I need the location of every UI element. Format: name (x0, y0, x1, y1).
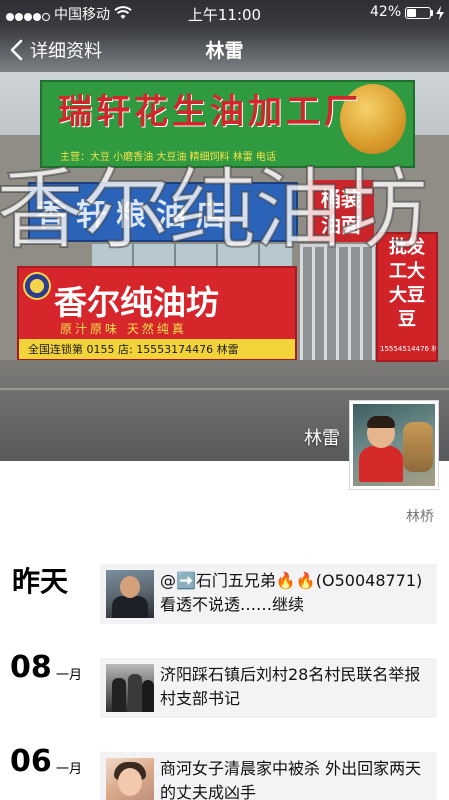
shop-contact-text: 全国连锁第 0155 店: 15553174476 林雷 (28, 343, 239, 356)
shop-banner-slogan: 原汁原味 天然纯真 (60, 322, 187, 336)
timeline-post[interactable]: 商河女子清晨家中被杀 外出回家两天的丈夫成凶手 (100, 752, 437, 800)
shop-logo-icon (23, 272, 51, 300)
battery-nub (431, 10, 433, 16)
avatar[interactable] (349, 400, 439, 490)
avatar-hair (367, 416, 395, 428)
battery-icon (405, 7, 431, 19)
thumb-person (112, 678, 126, 712)
side-banner-phone: 15554514476 林雷 (380, 345, 436, 353)
post-text: @➡️石门五兄弟🔥🔥(O50048771)看透不说透……继续 (160, 571, 423, 614)
battery-percent: 42% (370, 4, 402, 20)
woman-portrait-photo (106, 758, 154, 800)
shop-banner-name: 香尔纯油坊 (54, 283, 219, 322)
avatar-background-figure (403, 422, 433, 472)
moments-timeline: 昨天 @➡️石门五兄弟🔥🔥(O50048771)看透不说透……继续 08 一月 … (0, 550, 449, 800)
thumb-person (128, 674, 142, 712)
date-day: 06 (10, 744, 52, 779)
page-title: 林雷 (205, 40, 244, 62)
date-label: 昨天 (12, 565, 69, 598)
timeline-post[interactable]: 济阳踩石镇后刘村28名村民联名举报村支部书记 (100, 658, 437, 718)
crowd-photo (106, 664, 154, 712)
thumb-figure-face (120, 576, 140, 598)
thumb-figure-body (112, 596, 148, 618)
nav-bar: 详细资料 林雷 (0, 28, 449, 72)
timeline-row: 昨天 @➡️石门五兄弟🔥🔥(O50048771)看透不说透……继续 (0, 550, 449, 630)
profile-signature: 林桥 (406, 509, 434, 525)
post-text: 济阳踩石镇后刘村28名村民联名举报村支部书记 (160, 665, 421, 708)
date-month: 一月 (56, 762, 83, 777)
green-sign-title: 瑞轩花生油加工厂 (58, 92, 362, 132)
timeline-row: 06 一月 商河女子清晨家中被杀 外出回家两天的丈夫成凶手 (0, 742, 449, 800)
status-bar: 中国移动 上午11:00 42% (0, 0, 449, 26)
timeline-row: 08 一月 济阳踩石镇后刘村28名村民联名举报村支部书记 (0, 648, 449, 728)
thumb-person (142, 680, 154, 712)
timeline-post[interactable]: @➡️石门五兄弟🔥🔥(O50048771)看透不说透……继续 (100, 564, 437, 624)
post-text: 商河女子清晨家中被杀 外出回家两天的丈夫成凶手 (160, 759, 422, 800)
avatar-body (359, 446, 403, 482)
charging-icon (436, 6, 444, 20)
battery-level (407, 9, 416, 17)
date-day: 08 (10, 650, 52, 685)
cover-watermark-text: 香尔纯油坊 (0, 157, 429, 262)
profile-name: 林雷 (304, 428, 340, 449)
thumb-figure-face (118, 768, 142, 796)
date-month: 一月 (56, 668, 83, 683)
man-portrait-photo (106, 570, 154, 618)
cover-curb (0, 388, 449, 390)
avatar-photo (353, 404, 435, 486)
